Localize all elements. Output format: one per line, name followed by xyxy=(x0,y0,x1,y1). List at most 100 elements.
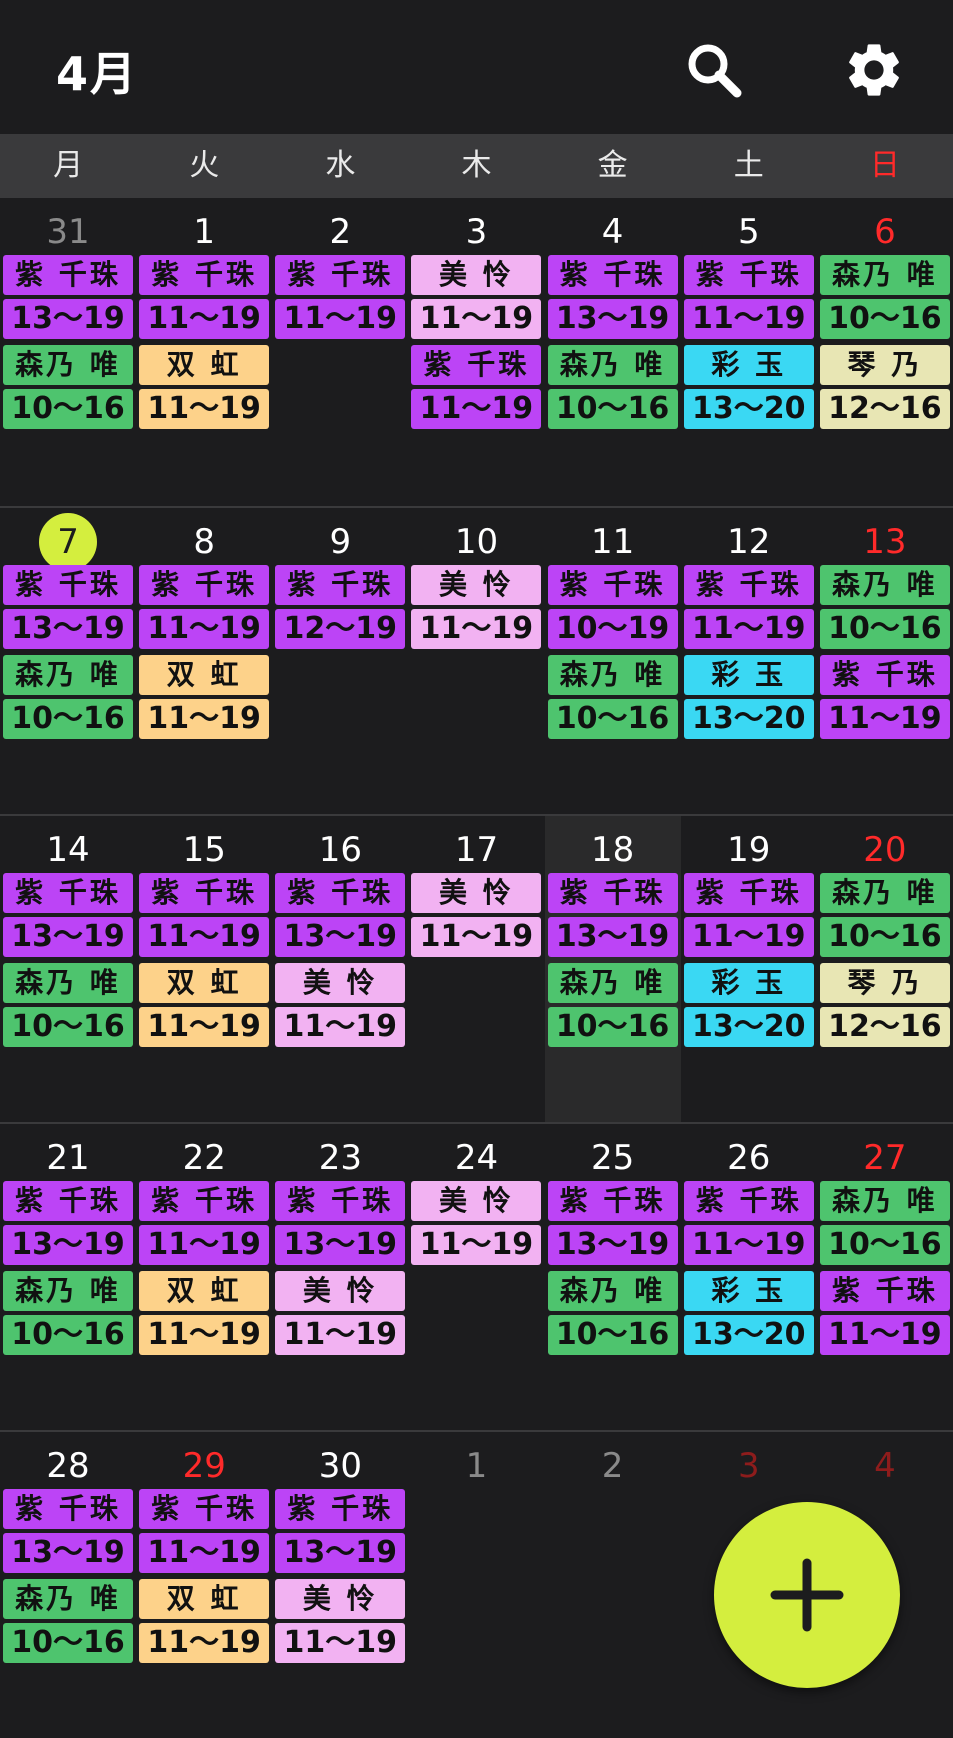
shift-event[interactable]: 紫 千珠 10〜19 xyxy=(547,565,678,649)
shift-event[interactable]: 森乃 唯 10〜16 xyxy=(3,1271,133,1355)
day-cell[interactable]: 20 森乃 唯 10〜16 琴 乃 12〜16 xyxy=(817,816,953,1122)
shift-event[interactable]: 彩 玉 13〜20 xyxy=(683,1271,814,1355)
shift-event[interactable]: 紫 千珠 13〜19 xyxy=(3,1181,133,1265)
shift-event[interactable]: 紫 千珠 13〜19 xyxy=(275,1181,406,1265)
shift-event[interactable]: 美 怜 11〜19 xyxy=(275,963,406,1047)
shift-event[interactable]: 紫 千珠 11〜19 xyxy=(411,345,542,429)
search-button[interactable] xyxy=(674,30,754,110)
day-cell[interactable]: 30 紫 千珠 13〜19 美 怜 11〜19 xyxy=(272,1432,408,1738)
shift-event[interactable]: 双 虹 11〜19 xyxy=(139,345,270,429)
shift-event[interactable]: 双 虹 11〜19 xyxy=(139,1271,270,1355)
shift-event[interactable]: 森乃 唯 10〜16 xyxy=(547,655,678,739)
shift-event[interactable]: 紫 千珠 13〜19 xyxy=(3,873,133,957)
day-cell[interactable]: 5紫 千珠 11〜19 彩 玉 13〜20 xyxy=(681,198,817,506)
day-cell[interactable]: 29 紫 千珠 11〜19 双 虹 11〜19 xyxy=(136,1432,272,1738)
settings-button[interactable] xyxy=(834,30,914,110)
shift-event[interactable]: 美 怜 11〜19 xyxy=(411,565,542,649)
shift-event[interactable]: 美 怜 11〜19 xyxy=(411,255,542,339)
shift-event[interactable]: 紫 千珠 11〜19 xyxy=(139,565,270,649)
event-time: 11〜19 xyxy=(275,1007,406,1047)
day-cell[interactable]: 15 紫 千珠 11〜19 双 虹 11〜19 xyxy=(136,816,272,1122)
shift-event[interactable]: 美 怜 11〜19 xyxy=(411,1181,542,1265)
shift-event[interactable]: 紫 千珠 11〜19 xyxy=(139,1489,270,1573)
shift-event[interactable]: 紫 千珠 11〜19 xyxy=(683,565,814,649)
day-cell[interactable]: 4紫 千珠 13〜19 森乃 唯 10〜16 xyxy=(545,198,681,506)
shift-event[interactable]: 双 虹 11〜19 xyxy=(139,1579,270,1663)
day-cell[interactable]: 9紫 千珠 12〜19 xyxy=(272,508,408,814)
shift-event[interactable]: 紫 千珠 11〜19 xyxy=(683,873,814,957)
shift-event[interactable]: 森乃 唯 10〜16 xyxy=(819,565,950,649)
shift-event[interactable]: 森乃 唯 10〜16 xyxy=(547,1271,678,1355)
day-cell[interactable]: 10 美 怜 11〜19 xyxy=(408,508,544,814)
shift-event[interactable]: 紫 千珠 11〜19 xyxy=(819,1271,950,1355)
shift-event[interactable]: 双 虹 11〜19 xyxy=(139,963,270,1047)
shift-event[interactable]: 紫 千珠 11〜19 xyxy=(683,1181,814,1265)
shift-event[interactable]: 紫 千珠 11〜19 xyxy=(139,1181,270,1265)
day-cell[interactable]: 1紫 千珠 11〜19 双 虹 11〜19 xyxy=(136,198,272,506)
day-cell[interactable]: 6 森乃 唯 10〜16 琴 乃 12〜16 xyxy=(817,198,953,506)
add-event-button[interactable] xyxy=(714,1502,900,1688)
shift-event[interactable]: 紫 千珠 13〜19 xyxy=(3,565,133,649)
day-cell[interactable]: 12 紫 千珠 11〜19 彩 玉 13〜20 xyxy=(681,508,817,814)
shift-event[interactable]: 森乃 唯 10〜16 xyxy=(3,345,133,429)
day-cell[interactable]: 25 紫 千珠 13〜19 森乃 唯 10〜16 xyxy=(545,1124,681,1430)
shift-event[interactable]: 彩 玉 13〜20 xyxy=(683,963,814,1047)
day-cell[interactable]: 21 紫 千珠 13〜19 森乃 唯 10〜16 xyxy=(0,1124,136,1430)
shift-event[interactable]: 森乃 唯 10〜16 xyxy=(819,873,950,957)
day-cell[interactable]: 8紫 千珠 11〜19 双 虹 11〜19 xyxy=(136,508,272,814)
shift-event[interactable]: 森乃 唯 10〜16 xyxy=(547,963,678,1047)
shift-event[interactable]: 森乃 唯 10〜16 xyxy=(3,1579,133,1663)
shift-event[interactable]: 彩 玉 13〜20 xyxy=(683,345,814,429)
shift-event[interactable]: 美 怜 11〜19 xyxy=(275,1579,406,1663)
day-cell[interactable]: 7紫 千珠 13〜19 森乃 唯 10〜16 xyxy=(0,508,136,814)
shift-event[interactable]: 双 虹 11〜19 xyxy=(139,655,270,739)
shift-event[interactable]: 紫 千珠 12〜19 xyxy=(275,565,406,649)
shift-event[interactable]: 紫 千珠 13〜19 xyxy=(3,1489,133,1573)
shift-event[interactable]: 紫 千珠 11〜19 xyxy=(275,255,406,339)
day-cell[interactable]: 31 紫 千珠 13〜19 森乃 唯 10〜16 xyxy=(0,198,136,506)
day-cell[interactable]: 13 森乃 唯 10〜16 紫 千珠 11〜19 xyxy=(817,508,953,814)
shift-event[interactable]: 紫 千珠 13〜19 xyxy=(275,873,406,957)
shift-event[interactable]: 美 怜 11〜19 xyxy=(275,1271,406,1355)
shift-event[interactable]: 紫 千珠 11〜19 xyxy=(819,655,950,739)
day-cell[interactable]: 28 紫 千珠 13〜19 森乃 唯 10〜16 xyxy=(0,1432,136,1738)
event-staff-name: 紫 千珠 xyxy=(139,255,270,295)
day-cell[interactable]: 11 紫 千珠 10〜19 森乃 唯 10〜16 xyxy=(545,508,681,814)
shift-event[interactable]: 森乃 唯 10〜16 xyxy=(819,1181,950,1265)
shift-event[interactable]: 琴 乃 12〜16 xyxy=(819,963,950,1047)
day-cell[interactable]: 1 xyxy=(408,1432,544,1738)
month-title[interactable]: 4月 xyxy=(56,38,138,104)
shift-event[interactable]: 紫 千珠 13〜19 xyxy=(547,873,678,957)
shift-event[interactable]: 彩 玉 13〜20 xyxy=(683,655,814,739)
event-time: 13〜19 xyxy=(275,1225,406,1265)
day-cell[interactable]: 16 紫 千珠 13〜19 美 怜 11〜19 xyxy=(272,816,408,1122)
day-cell[interactable]: 22 紫 千珠 11〜19 双 虹 11〜19 xyxy=(136,1124,272,1430)
shift-event[interactable]: 紫 千珠 13〜19 xyxy=(547,255,678,339)
day-cell[interactable]: 23 紫 千珠 13〜19 美 怜 11〜19 xyxy=(272,1124,408,1430)
day-cell[interactable]: 3美 怜 11〜19 紫 千珠 11〜19 xyxy=(408,198,544,506)
day-cell[interactable]: 26 紫 千珠 11〜19 彩 玉 13〜20 xyxy=(681,1124,817,1430)
day-cell[interactable]: 19 紫 千珠 11〜19 彩 玉 13〜20 xyxy=(681,816,817,1122)
day-cell[interactable]: 2紫 千珠 11〜19 xyxy=(272,198,408,506)
day-cell[interactable]: 14 紫 千珠 13〜19 森乃 唯 10〜16 xyxy=(0,816,136,1122)
shift-event[interactable]: 美 怜 11〜19 xyxy=(411,873,542,957)
shift-event[interactable]: 紫 千珠 11〜19 xyxy=(139,255,270,339)
shift-event[interactable]: 紫 千珠 13〜19 xyxy=(3,255,133,339)
event-staff-name: 紫 千珠 xyxy=(139,565,270,605)
day-cell[interactable]: 24 美 怜 11〜19 xyxy=(408,1124,544,1430)
shift-event[interactable]: 森乃 唯 10〜16 xyxy=(547,345,678,429)
shift-event[interactable]: 紫 千珠 13〜19 xyxy=(275,1489,406,1573)
event-time: 11〜19 xyxy=(139,389,270,429)
shift-event[interactable]: 紫 千珠 11〜19 xyxy=(139,873,270,957)
shift-event[interactable]: 森乃 唯 10〜16 xyxy=(819,255,950,339)
shift-event[interactable]: 紫 千珠 13〜19 xyxy=(547,1181,678,1265)
shift-event[interactable]: 森乃 唯 10〜16 xyxy=(3,655,133,739)
day-cell[interactable]: 27 森乃 唯 10〜16 紫 千珠 11〜19 xyxy=(817,1124,953,1430)
shift-event[interactable]: 琴 乃 12〜16 xyxy=(819,345,950,429)
day-cell[interactable]: 17 美 怜 11〜19 xyxy=(408,816,544,1122)
day-cell[interactable]: 2 xyxy=(545,1432,681,1738)
event-staff-name: 紫 千珠 xyxy=(683,1181,814,1221)
day-cell[interactable]: 18 紫 千珠 13〜19 森乃 唯 10〜16 xyxy=(544,816,681,1122)
shift-event[interactable]: 森乃 唯 10〜16 xyxy=(3,963,133,1047)
shift-event[interactable]: 紫 千珠 11〜19 xyxy=(683,255,814,339)
